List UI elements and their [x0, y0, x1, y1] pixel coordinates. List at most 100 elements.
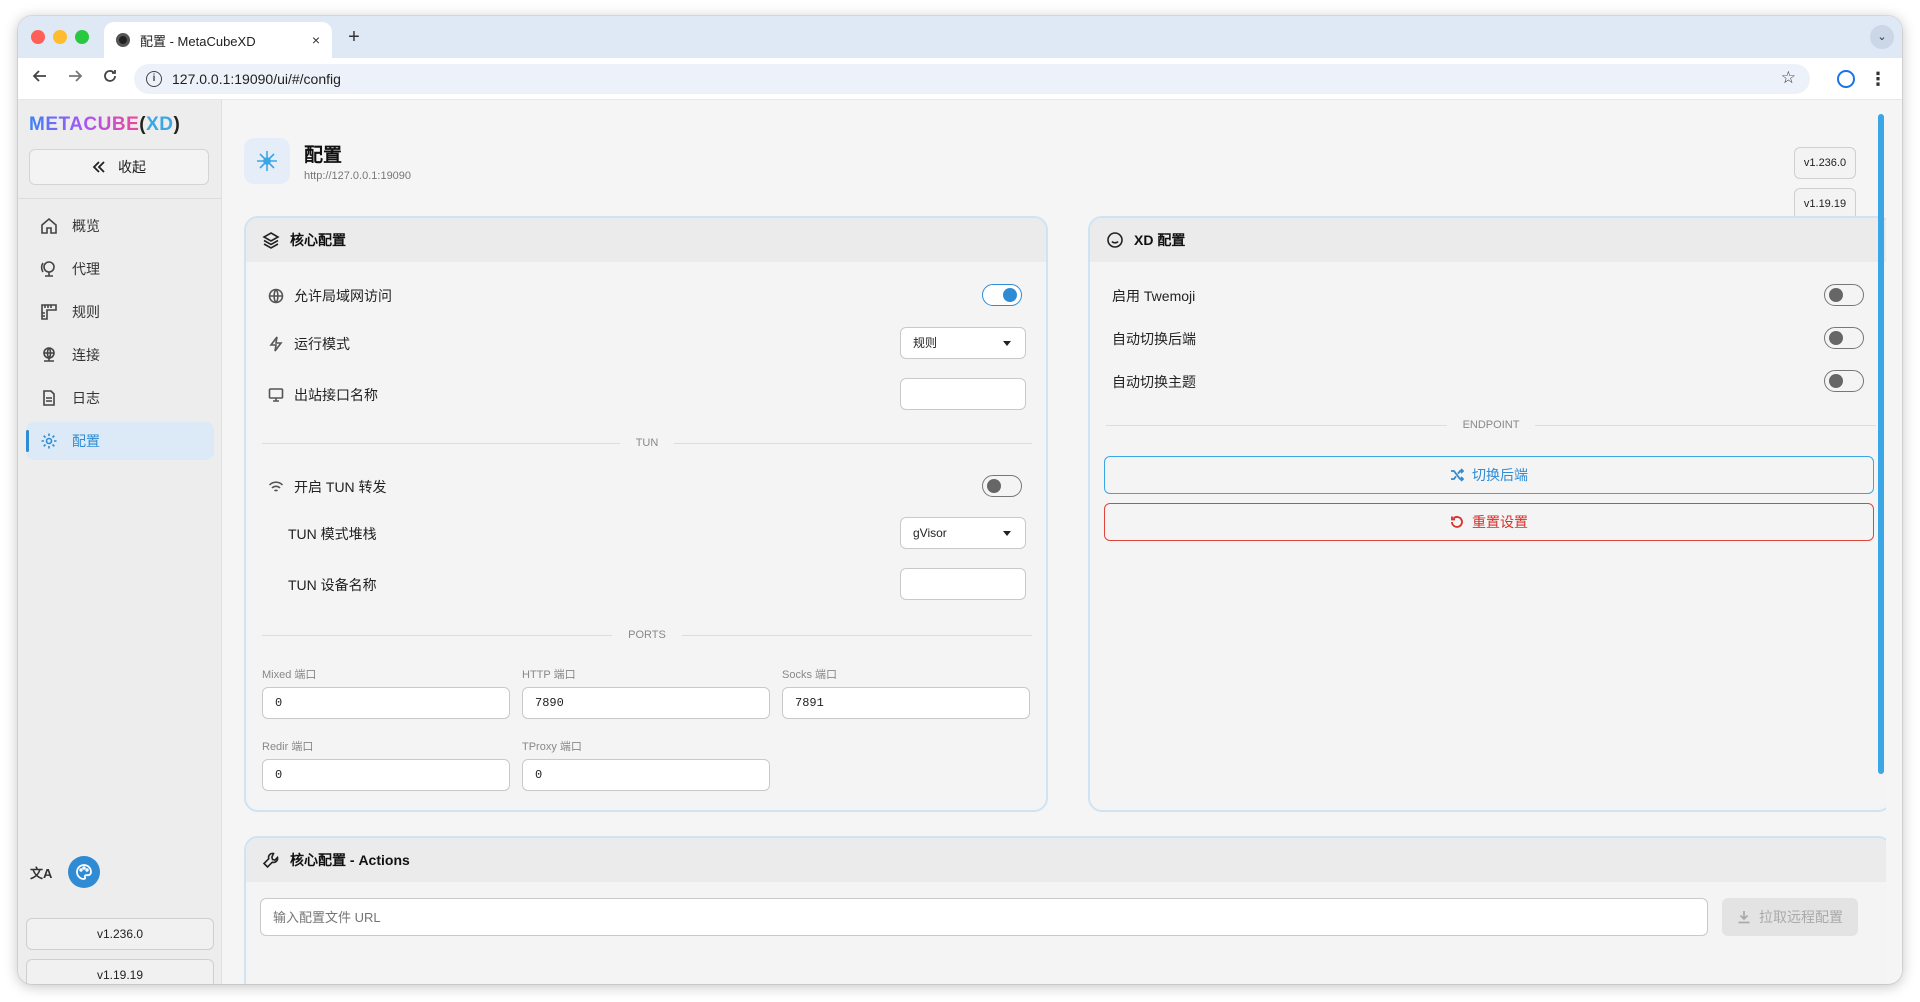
tun-device-input[interactable] [900, 568, 1026, 600]
tun-stack-row: TUN 模式堆栈 [288, 526, 377, 542]
ui-version-badge[interactable]: v1.236.0 [1794, 147, 1856, 179]
sidebar-item-connections[interactable]: 连接 [26, 336, 214, 374]
download-icon [1738, 911, 1750, 924]
sidebar-bottom-tools: 文A [30, 856, 101, 888]
bookmark-star-icon[interactable]: ☆ [1781, 68, 1796, 88]
main-scrollbar[interactable] [1878, 114, 1884, 774]
wrench-icon [262, 852, 279, 869]
maximize-window-button[interactable] [75, 30, 89, 44]
socks-port-input[interactable]: 7891 [782, 687, 1030, 719]
reset-settings-button[interactable]: 重置设置 [1104, 503, 1874, 541]
outbound-interface-row: 出站接口名称 [268, 385, 378, 405]
switch-backend-button[interactable]: 切换后端 [1104, 456, 1874, 494]
config-url-input[interactable] [260, 898, 1708, 936]
redir-port-input[interactable]: 0 [262, 759, 510, 791]
site-info-icon[interactable]: i [146, 71, 162, 87]
run-mode-select[interactable]: 规则 [900, 327, 1026, 359]
sidebar-item-overview[interactable]: 概览 [26, 207, 214, 245]
address-bar[interactable]: i 127.0.0.1:19090/ui/#/config ☆ [134, 64, 1810, 94]
browser-tab[interactable]: 配置 - MetaCubeXD × [104, 22, 332, 58]
http-port-label: HTTP 端口 [522, 669, 576, 681]
actions-card: 核心配置 - Actions 拉取远程配置 [244, 836, 1886, 984]
smile-icon [1107, 232, 1123, 248]
tproxy-port-label: TProxy 端口 [522, 741, 582, 753]
browser-menu-icon[interactable]: ⋮ [1866, 67, 1890, 91]
reload-icon [104, 70, 116, 82]
layers-icon [262, 232, 280, 249]
sidebar-ui-version-button[interactable]: v1.236.0 [26, 918, 214, 950]
tab-strip: 配置 - MetaCubeXD × + ⌄ [18, 16, 1902, 58]
twemoji-toggle[interactable] [1824, 284, 1864, 306]
tab-title: 配置 - MetaCubeXD [140, 33, 256, 49]
auto-switch-theme-row: 自动切换主题 [1112, 374, 1196, 390]
redir-port-label: Redir 端口 [262, 741, 314, 753]
browser-toolbar: i 127.0.0.1:19090/ui/#/config ☆ ⋮ [18, 58, 1902, 100]
core-config-card: 核心配置 允许局域网访问 运行模式 规则 出站接口名称 TUN 开启 TUN 转… [244, 216, 1048, 812]
http-port-input[interactable]: 7890 [522, 687, 770, 719]
mixed-port-label: Mixed 端口 [262, 669, 317, 681]
app-logo: METACUBE(XD) [29, 114, 181, 135]
close-window-button[interactable] [31, 30, 45, 44]
ports-divider: PORTS [262, 629, 1033, 641]
url-text: 127.0.0.1:19090/ui/#/config [172, 71, 341, 87]
reload-button[interactable] [98, 67, 122, 91]
tun-divider: TUN [262, 437, 1033, 449]
globe-stand-icon [40, 261, 55, 277]
allow-lan-toggle[interactable] [982, 284, 1022, 306]
sidebar-item-proxies[interactable]: 代理 [26, 250, 214, 288]
reset-icon [1451, 516, 1463, 528]
profile-icon [1837, 70, 1855, 88]
collapse-sidebar-button[interactable]: 收起 [29, 149, 209, 185]
sidebar-core-version-button[interactable]: v1.19.19 [26, 959, 214, 984]
sidebar-item-rules[interactable]: 规则 [26, 293, 214, 331]
outbound-interface-input[interactable] [900, 378, 1026, 410]
tab-close-icon[interactable]: × [312, 32, 320, 48]
run-mode-row: 运行模式 [268, 334, 350, 354]
auto-switch-theme-toggle[interactable] [1824, 370, 1864, 392]
theme-button[interactable] [68, 856, 101, 888]
actions-header: 核心配置 - Actions [246, 838, 1886, 882]
sparkle-icon [257, 151, 277, 171]
monitor-icon [268, 388, 284, 402]
endpoint-divider: ENDPOINT [1106, 419, 1876, 431]
translate-icon[interactable]: 文A [30, 863, 52, 882]
new-tab-button[interactable]: + [340, 24, 368, 52]
tun-stack-select[interactable]: gVisor [900, 517, 1026, 549]
pull-remote-config-button[interactable]: 拉取远程配置 [1722, 898, 1858, 936]
config-page-icon [244, 138, 290, 184]
tab-search-button[interactable]: ⌄ [1870, 25, 1894, 49]
page-header: 配置 http://127.0.0.1:19090 [244, 138, 411, 184]
browser-window: 配置 - MetaCubeXD × + ⌄ i 127.0.0.1:19090/… [18, 16, 1902, 984]
lightning-icon [269, 336, 283, 352]
app-content: METACUBE(XD) 收起 概览 代理 规则 连接 日志 配置 文A v1.… [18, 100, 1902, 984]
forward-button[interactable] [63, 67, 87, 91]
tun-enable-toggle[interactable] [982, 475, 1022, 497]
sidebar: METACUBE(XD) 收起 概览 代理 规则 连接 日志 配置 文A v1.… [18, 100, 222, 984]
sidebar-item-logs[interactable]: 日志 [26, 379, 214, 417]
ruler-icon [41, 304, 57, 320]
page-subtitle: http://127.0.0.1:19090 [304, 170, 412, 182]
file-icon [43, 390, 55, 406]
globe-icon [268, 288, 284, 304]
page-title: 配置 [304, 145, 343, 166]
profile-button[interactable] [1834, 67, 1858, 91]
shuffle-icon [1451, 468, 1464, 482]
twemoji-row: 启用 Twemoji [1112, 288, 1196, 304]
double-chevron-left-icon [92, 161, 105, 173]
tun-device-row: TUN 设备名称 [288, 577, 377, 593]
auto-switch-backend-row: 自动切换后端 [1112, 331, 1196, 347]
mixed-port-input[interactable]: 0 [262, 687, 510, 719]
favicon-icon [116, 33, 130, 47]
gear-icon [41, 433, 57, 449]
arrow-right-icon [69, 70, 83, 82]
sidebar-divider [18, 198, 222, 199]
socks-port-label: Socks 端口 [782, 669, 838, 681]
auto-switch-backend-toggle[interactable] [1824, 327, 1864, 349]
main-panel: 配置 http://127.0.0.1:19090 v1.236.0 v1.19… [222, 100, 1886, 984]
sidebar-item-config[interactable]: 配置 [26, 422, 214, 460]
tproxy-port-input[interactable]: 0 [522, 759, 770, 791]
minimize-window-button[interactable] [53, 30, 67, 44]
wifi-icon [268, 481, 284, 492]
network-icon [43, 347, 55, 362]
back-button[interactable] [28, 67, 52, 91]
